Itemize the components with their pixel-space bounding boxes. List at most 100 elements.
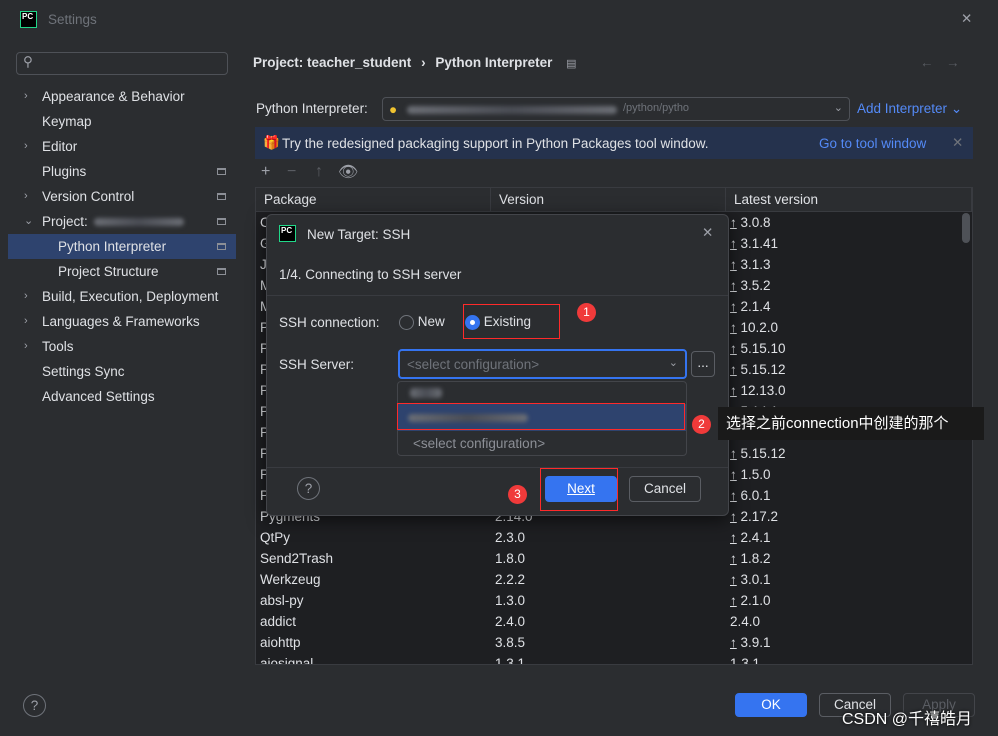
cell-text: 5.15.12 <box>740 446 786 461</box>
sidebar-item-label: Appearance & Behavior <box>42 89 185 104</box>
forward-arrow-icon[interactable]: → <box>946 55 960 70</box>
cell-text: 1.8.2 <box>740 551 771 566</box>
interpreter-select[interactable]: ● /python/pytho ⌄ <box>382 97 850 121</box>
latest-version: ↑ 10.2.0 <box>726 317 972 338</box>
upgrade-available-icon: ↑ <box>730 278 737 293</box>
watermark: CSDN @千禧皓月 <box>842 711 973 728</box>
cell-text: aiosignal <box>260 656 314 665</box>
cell-text: 2.4.0 <box>495 614 526 629</box>
cell-text: 1.5.0 <box>740 467 771 482</box>
cell-text: 5.15.10 <box>740 341 786 356</box>
sidebar-item-project-structure[interactable]: Project Structure <box>8 259 236 284</box>
sidebar-item-python-interpreter[interactable]: Python Interpreter <box>8 234 236 259</box>
sidebar-item-project[interactable]: ⌄ Project: <box>8 209 236 234</box>
settings-search-input[interactable]: ⚲ <box>16 52 228 75</box>
column-package[interactable]: Package <box>256 188 491 212</box>
add-icon[interactable]: + <box>261 163 270 181</box>
dropdown-option-placeholder[interactable]: <select configuration> <box>413 436 545 451</box>
settings-help-button[interactable]: ? <box>23 694 46 717</box>
upgrade-available-icon: ↑ <box>730 320 737 335</box>
sidebar-item-appearance-behavior[interactable]: › Appearance & Behavior <box>8 84 236 109</box>
package-name: Send2Trash <box>256 548 491 569</box>
banner-close-icon[interactable]: ✕ <box>952 135 963 151</box>
table-row[interactable]: Werkzeug 2.2.2 ↑ 3.0.1 <box>256 569 972 590</box>
scrollbar[interactable] <box>962 213 970 243</box>
add-interpreter-link[interactable]: Add Interpreter ⌄ <box>857 101 962 117</box>
cell-text: 2.4.0 <box>730 614 761 629</box>
banner-text: Try the redesigned packaging support in … <box>282 136 709 151</box>
help-button[interactable]: ? <box>297 477 320 500</box>
chevron-right-icon[interactable]: › <box>24 284 28 309</box>
cell-text: 2.2.2 <box>495 572 526 587</box>
sidebar-item-settings-sync[interactable]: Settings Sync <box>8 359 236 384</box>
eye-icon[interactable]: 👁 <box>338 162 358 182</box>
chevron-down-icon: ⌄ <box>833 102 843 114</box>
cell-text: 2.1.4 <box>740 299 771 314</box>
chevron-right-icon[interactable]: › <box>24 184 28 209</box>
latest-version: ↑ 5.15.12 <box>726 443 972 464</box>
table-row[interactable]: absl-py 1.3.0 ↑ 2.1.0 <box>256 590 972 611</box>
upgrade-available-icon: ↑ <box>730 257 737 272</box>
cell-text: 3.1.3 <box>740 257 771 272</box>
chevron-right-icon[interactable]: › <box>24 134 28 159</box>
upgrade-available-icon: ↑ <box>730 572 737 587</box>
sidebar-item-label: Editor <box>42 139 78 154</box>
latest-version: ↑ 5.15.12 <box>726 359 972 380</box>
remove-icon[interactable]: − <box>287 163 296 181</box>
ssh-server-value: <select configuration> <box>407 357 540 372</box>
package-version: 1.8.0 <box>491 548 726 569</box>
cell-text: 1.3.1 <box>730 656 761 665</box>
column-latest-version[interactable]: Latest version <box>726 188 972 212</box>
cell-text: 3.5.2 <box>740 278 771 293</box>
browse-configs-button[interactable]: ... <box>691 351 715 377</box>
chevron-right-icon[interactable]: › <box>24 309 28 334</box>
table-row[interactable]: aiohttp 3.8.5 ↑ 3.9.1 <box>256 632 972 653</box>
sidebar-item-tools[interactable]: › Tools <box>8 334 236 359</box>
interpreter-label: Python Interpreter: <box>256 101 368 116</box>
chevron-right-icon[interactable]: › <box>24 84 28 109</box>
divider <box>267 295 728 296</box>
latest-version: ↑ 2.1.0 <box>726 590 972 611</box>
table-row[interactable]: Send2Trash 1.8.0 ↑ 1.8.2 <box>256 548 972 569</box>
dialog-cancel-button[interactable]: Cancel <box>629 476 701 502</box>
cell-text: Werkzeug <box>260 572 321 587</box>
latest-version: ↑ 3.1.3 <box>726 254 972 275</box>
cell-text: Send2Trash <box>260 551 334 566</box>
table-row[interactable]: addict 2.4.0 2.4.0 <box>256 611 972 632</box>
upgrade-available-icon: ↑ <box>730 236 737 251</box>
sidebar-item-build-execution-deployment[interactable]: › Build, Execution, Deployment <box>8 284 236 309</box>
sidebar-item-label: Advanced Settings <box>42 389 155 404</box>
sidebar-item-label: Project Structure <box>58 264 159 279</box>
ssh-connection-label: SSH connection: <box>279 315 380 330</box>
upgrade-available-icon: ↑ <box>730 215 737 230</box>
breadcrumb-project[interactable]: Project: teacher_student <box>253 55 411 70</box>
back-arrow-icon[interactable]: ← <box>920 55 934 70</box>
sidebar-item-version-control[interactable]: › Version Control <box>8 184 236 209</box>
column-version[interactable]: Version <box>491 188 726 212</box>
divider <box>267 467 728 468</box>
chevron-down-icon[interactable]: ⌄ <box>24 209 33 234</box>
sidebar-item-advanced-settings[interactable]: Advanced Settings <box>8 384 236 409</box>
latest-version: ↑ 2.4.1 <box>726 527 972 548</box>
chevron-right-icon[interactable]: › <box>24 334 28 359</box>
sidebar-item-plugins[interactable]: Plugins <box>8 159 236 184</box>
upgrade-available-icon: ↑ <box>730 446 737 461</box>
ok-button[interactable]: OK <box>735 693 807 717</box>
python-icon: ● <box>389 102 398 117</box>
close-window-icon[interactable]: ✕ <box>961 11 972 27</box>
pycharm-logo-icon: PC <box>20 11 37 28</box>
radio-new[interactable]: New <box>399 314 445 330</box>
table-row[interactable]: QtPy 2.3.0 ↑ 2.4.1 <box>256 527 972 548</box>
sidebar-item-languages-frameworks[interactable]: › Languages & Frameworks <box>8 309 236 334</box>
cell-text: 10.2.0 <box>740 320 779 335</box>
ssh-server-select[interactable]: <select configuration> ⌄ <box>398 349 687 379</box>
sidebar-item-editor[interactable]: › Editor <box>8 134 236 159</box>
upgrade-icon[interactable]: ↑ <box>315 163 323 181</box>
sidebar-item-keymap[interactable]: Keymap <box>8 109 236 134</box>
annotation-badge-1: 1 <box>577 303 596 322</box>
dialog-close-icon[interactable]: ✕ <box>702 225 713 241</box>
annotation-badge-3: 3 <box>508 485 527 504</box>
go-to-tool-window-link[interactable]: Go to tool window <box>819 136 926 151</box>
table-row[interactable]: aiosignal 1.3.1 1.3.1 <box>256 653 972 665</box>
dropdown-option-redacted[interactable] <box>410 388 442 398</box>
